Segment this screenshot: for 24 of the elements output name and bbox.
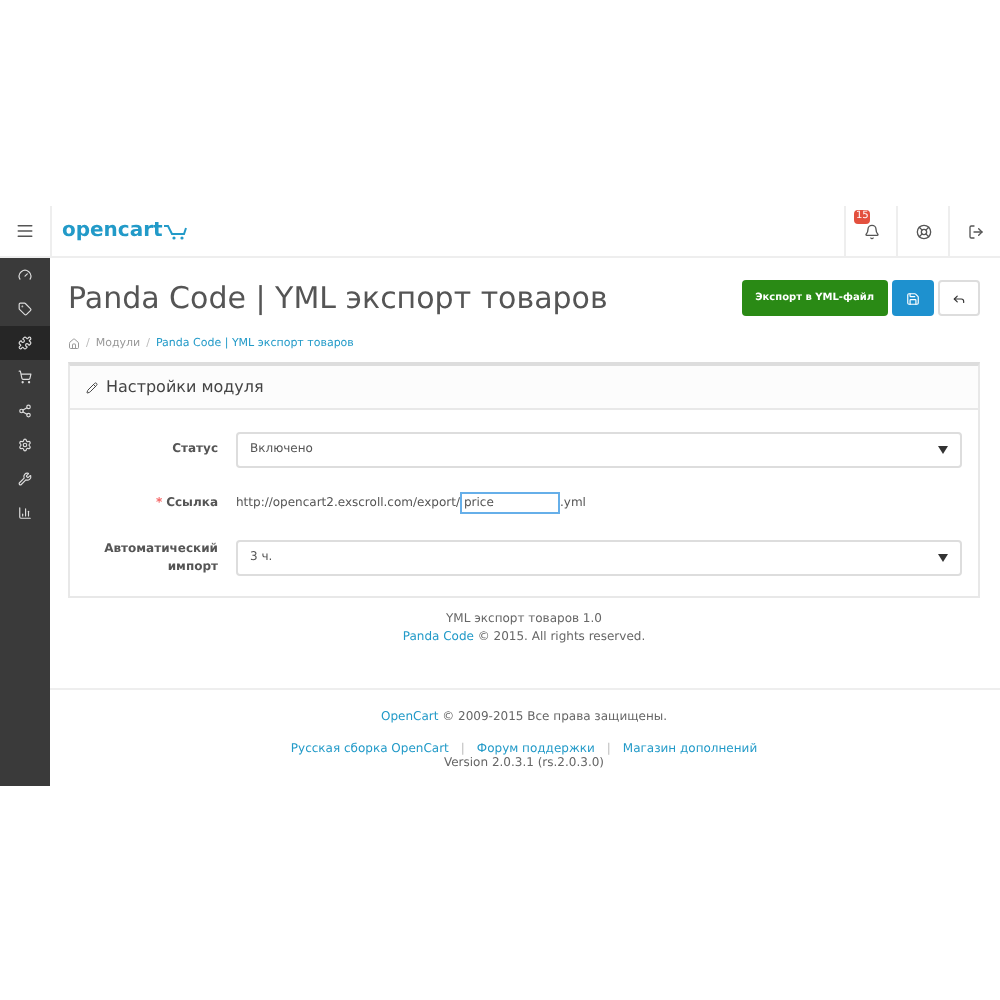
bell-icon[interactable]	[863, 223, 879, 239]
panel-title: Настройки модуля	[106, 378, 264, 396]
menu-icon[interactable]	[16, 222, 34, 240]
tag-icon	[18, 302, 32, 316]
reply-icon	[952, 291, 966, 305]
settings-icon	[18, 438, 32, 452]
save-icon	[906, 291, 920, 305]
lifebuoy-icon[interactable]	[915, 223, 931, 239]
home-icon[interactable]	[68, 338, 80, 350]
gauge-icon	[18, 268, 32, 282]
logo[interactable]: opencart	[62, 220, 163, 242]
logout-icon[interactable]	[967, 223, 983, 239]
cart-icon	[164, 223, 189, 239]
share-icon	[18, 404, 32, 418]
sidebar-item[interactable]	[0, 326, 50, 360]
pencil-icon	[86, 381, 98, 393]
caret-icon	[938, 553, 948, 561]
wrench-icon	[18, 472, 32, 486]
bar-chart-icon	[18, 506, 32, 520]
puzzle-icon	[18, 336, 32, 350]
caret-icon	[938, 445, 948, 453]
page-title: Panda Code | YML экспорт товаров	[68, 280, 610, 316]
cart-icon	[18, 370, 32, 384]
save-button[interactable]	[892, 280, 934, 316]
